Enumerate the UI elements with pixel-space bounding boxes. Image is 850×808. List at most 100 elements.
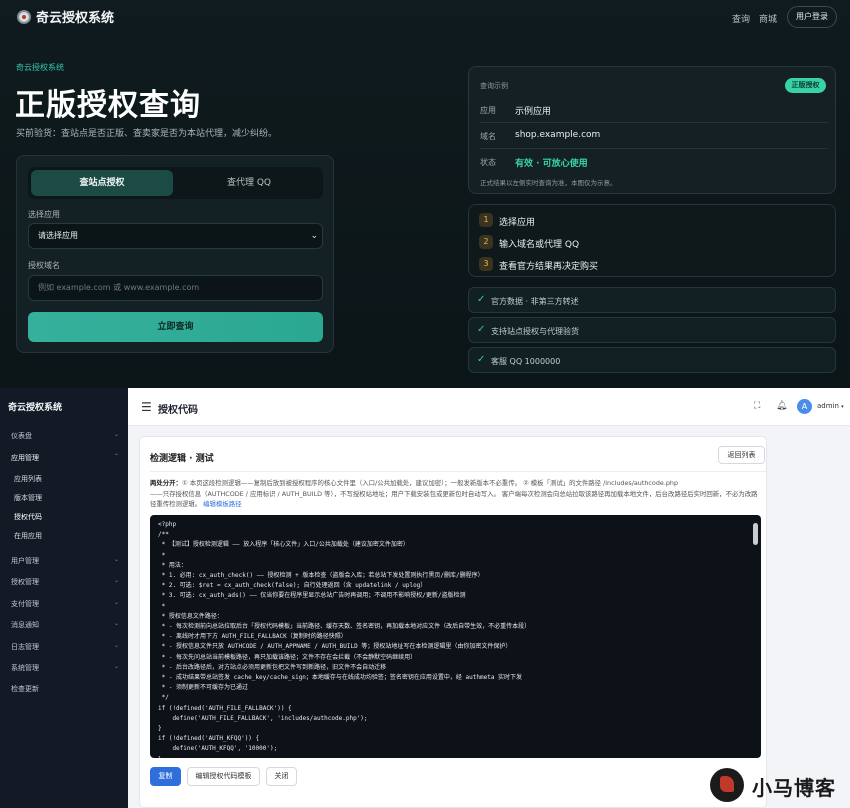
tab-site-auth[interactable]: 查站点授权	[31, 170, 173, 196]
feature-item: ✓ 支持站点授权与代理验货	[468, 317, 836, 343]
bell-icon[interactable]: 🔔︎	[776, 401, 787, 411]
scrollbar[interactable]	[753, 523, 758, 545]
step-text: 输入域名或代理 QQ	[499, 240, 580, 250]
watermark-text: 小马博客	[752, 776, 836, 800]
sidebar-subitem-app-list[interactable]: 应用列表	[14, 474, 42, 484]
step-number: 2	[479, 235, 493, 249]
usage-description: 两处分开：① 本页这段检测逻辑——复制后放到被授权程序的核心文件里（入口/公共加…	[150, 478, 762, 510]
row-value: 示例应用	[515, 107, 552, 117]
watermark: 小马博客	[708, 766, 850, 806]
site-brand[interactable]: 奇云授权系统	[36, 7, 114, 26]
step-text: 查看官方结果再决定购买	[499, 262, 599, 272]
chevron-down-icon: ⌄	[114, 556, 120, 563]
sidebar-item-check-update[interactable]: 检查更新	[11, 684, 39, 694]
sidebar-item-label: 仪表盘	[11, 432, 32, 440]
sidebar-item-notices[interactable]: 消息通知 ⌄	[11, 620, 119, 630]
fullscreen-icon[interactable]: ⛶	[754, 401, 760, 411]
copy-button[interactable]: 复制	[150, 767, 181, 786]
row-value: shop.example.com	[515, 130, 601, 140]
step-number: 1	[479, 213, 493, 227]
row-key: 域名	[480, 132, 496, 141]
example-row-status: 状态 有效 · 可放心使用	[480, 149, 828, 175]
sidebar-subitem-versions[interactable]: 版本管理	[14, 493, 42, 503]
sidebar-item-label: 消息通知	[11, 621, 39, 629]
row-key: 状态	[480, 158, 496, 167]
row-key: 应用	[480, 106, 496, 115]
query-card: 查站点授权 查代理 QQ 选择应用 请选择应用 ⌄ 授权域名 例如 exampl…	[16, 155, 334, 353]
authcode-card: 检测逻辑 · 测试 返回列表 两处分开：① 本页这段检测逻辑——复制后放到被授权…	[139, 436, 767, 808]
example-note: 正式结果以左侧实时查询为准，本图仅为示意。	[480, 179, 617, 187]
sidebar-item-users[interactable]: 用户管理 ⌄	[11, 556, 119, 566]
sidebar-item-label: 日志管理	[11, 643, 39, 651]
status-badge: 正版授权	[785, 78, 826, 93]
chevron-down-icon: ⌄	[114, 663, 120, 670]
check-icon: ✓	[477, 354, 486, 365]
chevron-up-icon: ⌃	[114, 453, 120, 460]
code-block[interactable]: <?php /** * 【测试】授权检测逻辑 —— 放入程序「核心文件」入口/公…	[150, 515, 761, 758]
feature-text: 官方数据 · 非第三方转述	[491, 297, 579, 306]
divider	[150, 471, 766, 472]
user-menu[interactable]: admin ▾	[817, 402, 844, 410]
close-button[interactable]: 关闭	[266, 767, 297, 786]
check-icon: ✓	[477, 324, 486, 335]
sidebar-item-label: 用户管理	[11, 557, 39, 565]
query-button[interactable]: 立即查询	[28, 312, 323, 342]
feature-item: ✓ 客服 QQ 1000000	[468, 347, 836, 373]
page-title: 正版授权查询	[15, 88, 201, 123]
admin-main: ☰ 授权代码 ⛶ 🔔︎ A admin ▾ 检测逻辑 · 测试 返回列表 两处分…	[128, 388, 850, 808]
chevron-down-icon: ⌄	[114, 620, 120, 627]
row-value: 有效 · 可放心使用	[515, 159, 588, 169]
sidebar-item-apps[interactable]: 应用管理 ⌃	[11, 453, 119, 463]
sidebar-item-label: 检查更新	[11, 685, 39, 693]
sidebar-item-dashboard[interactable]: 仪表盘 ⌄	[11, 431, 119, 441]
card-title: 检测逻辑 · 测试	[150, 454, 214, 464]
sidebar-item-payments[interactable]: 支付管理 ⌄	[11, 599, 119, 609]
sidebar-item-system[interactable]: 系统管理 ⌄	[11, 663, 119, 673]
sidebar-item-label: 授权管理	[11, 578, 39, 586]
sidebar-item-label: 支付管理	[11, 600, 39, 608]
desc-text: ① 本页这段检测逻辑——复制后放到被授权程序的核心文件里（入口/公共加载处，建议…	[181, 479, 679, 487]
watermark-logo-icon	[710, 768, 744, 802]
chevron-down-icon: ⌄	[114, 577, 120, 584]
tab-agent-qq[interactable]: 查代理 QQ	[178, 170, 320, 196]
chevron-down-icon: ⌄	[114, 431, 120, 438]
sidebar-brand: 奇云授权系统	[8, 403, 63, 413]
feature-text: 客服 QQ 1000000	[491, 357, 561, 366]
avatar[interactable]: A	[797, 399, 812, 414]
app-select[interactable]: 请选择应用 ⌄	[28, 223, 323, 249]
app-select-value: 请选择应用	[38, 231, 78, 240]
check-icon: ✓	[477, 294, 486, 305]
top-nav: 奇云授权系统 查询 商城 用户登录	[0, 0, 850, 34]
sidebar-item-logs[interactable]: 日志管理 ⌄	[11, 642, 119, 652]
nav-query-link[interactable]: 查询	[732, 12, 750, 25]
sidebar-subitem-authcode[interactable]: 授权代码	[14, 512, 42, 522]
sidebar-item-label: 系统管理	[11, 664, 39, 672]
step-text: 选择应用	[499, 218, 536, 228]
nav-shop-link[interactable]: 商城	[759, 12, 777, 25]
steps-card: 1 选择应用 2 输入域名或代理 QQ 3 查看官方结果再决定购买	[468, 204, 836, 277]
edit-template-path-link[interactable]: 编辑模板路径	[203, 500, 241, 508]
example-row-domain: 域名 shop.example.com	[480, 123, 828, 149]
username: admin	[817, 402, 839, 410]
step-number: 3	[479, 257, 493, 271]
sidebar-subitem-active-apps[interactable]: 在用应用	[14, 531, 42, 541]
public-site: 奇云授权系统 查询 商城 用户登录 奇云授权系统 正版授权查询 买前验货：查站点…	[0, 0, 850, 388]
chevron-down-icon: ▾	[841, 404, 844, 410]
chevron-down-icon: ⌄	[310, 231, 318, 241]
admin-sidebar: 奇云授权系统 仪表盘 ⌄ 应用管理 ⌃ 应用列表 版本管理 授权代码 在用应用 用户…	[0, 388, 128, 808]
eyebrow: 奇云授权系统	[16, 63, 64, 72]
code-content: <?php /** * 【测试】授权检测逻辑 —— 放入程序「核心文件」入口/公…	[158, 521, 531, 758]
sidebar-item-label: 应用管理	[11, 454, 39, 462]
sidebar-item-licenses[interactable]: 授权管理 ⌄	[11, 577, 119, 587]
edit-template-button[interactable]: 编辑授权代码模板	[187, 767, 260, 786]
feature-item: ✓ 官方数据 · 非第三方转述	[468, 287, 836, 313]
chevron-down-icon: ⌄	[114, 599, 120, 606]
login-button[interactable]: 用户登录	[787, 6, 837, 28]
app-label: 选择应用	[28, 210, 60, 219]
example-row-app: 应用 示例应用	[480, 97, 828, 123]
query-tabs: 查站点授权 查代理 QQ	[28, 167, 323, 199]
domain-input[interactable]: 例如 example.com 或 www.example.com	[28, 275, 323, 301]
back-to-list-button[interactable]: 返回列表	[718, 446, 765, 464]
menu-icon[interactable]: ☰	[141, 400, 152, 414]
admin-header: ☰ 授权代码 ⛶ 🔔︎ A admin ▾	[128, 388, 850, 426]
